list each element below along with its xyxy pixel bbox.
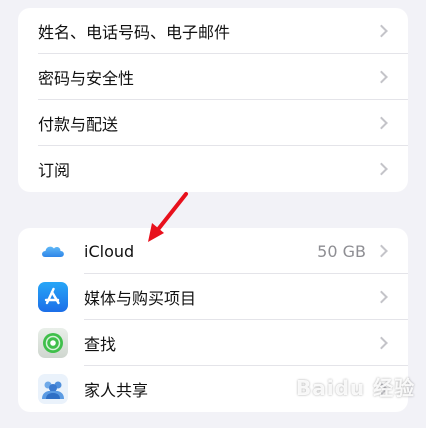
chevron-right-icon — [375, 24, 388, 38]
row-find-my[interactable]: 查找 — [18, 320, 408, 366]
row-label: iCloud — [84, 241, 135, 261]
row-password-security[interactable]: 密码与安全性 — [18, 54, 408, 100]
chevron-right-icon — [375, 116, 388, 130]
row-label: 订阅 — [38, 161, 71, 180]
chevron-right-icon — [375, 70, 388, 84]
chevron-right-icon — [375, 336, 388, 350]
row-label: 姓名、电话号码、电子邮件 — [38, 23, 231, 42]
row-name-phone-email[interactable]: 姓名、电话号码、电子邮件 — [18, 8, 408, 54]
find-my-icon — [38, 328, 68, 358]
chevron-right-icon — [375, 162, 388, 176]
baidu-watermark: Baidu 经验 — [296, 376, 416, 400]
app-store-icon — [38, 282, 68, 312]
row-payment-shipping[interactable]: 付款与配送 — [18, 100, 408, 146]
chevron-right-icon — [375, 290, 388, 304]
row-label: 付款与配送 — [38, 115, 119, 134]
account-settings-group: 姓名、电话号码、电子邮件 密码与安全性 付款与配送 订阅 — [18, 8, 408, 192]
row-label: 查找 — [84, 335, 117, 354]
row-media-purchases[interactable]: 媒体与购买项目 — [18, 274, 408, 320]
row-label: 家人共享 — [84, 381, 149, 400]
chevron-right-icon — [375, 244, 388, 258]
row-label: 密码与安全性 — [38, 69, 135, 88]
storage-value: 50 GB — [317, 241, 366, 261]
family-sharing-icon — [38, 374, 68, 404]
red-arrow-icon — [148, 192, 188, 242]
icloud-icon — [38, 236, 68, 266]
row-icloud[interactable]: iCloud 50 GB — [18, 228, 408, 274]
row-subscriptions[interactable]: 订阅 — [18, 146, 408, 192]
row-label: 媒体与购买项目 — [84, 289, 197, 308]
